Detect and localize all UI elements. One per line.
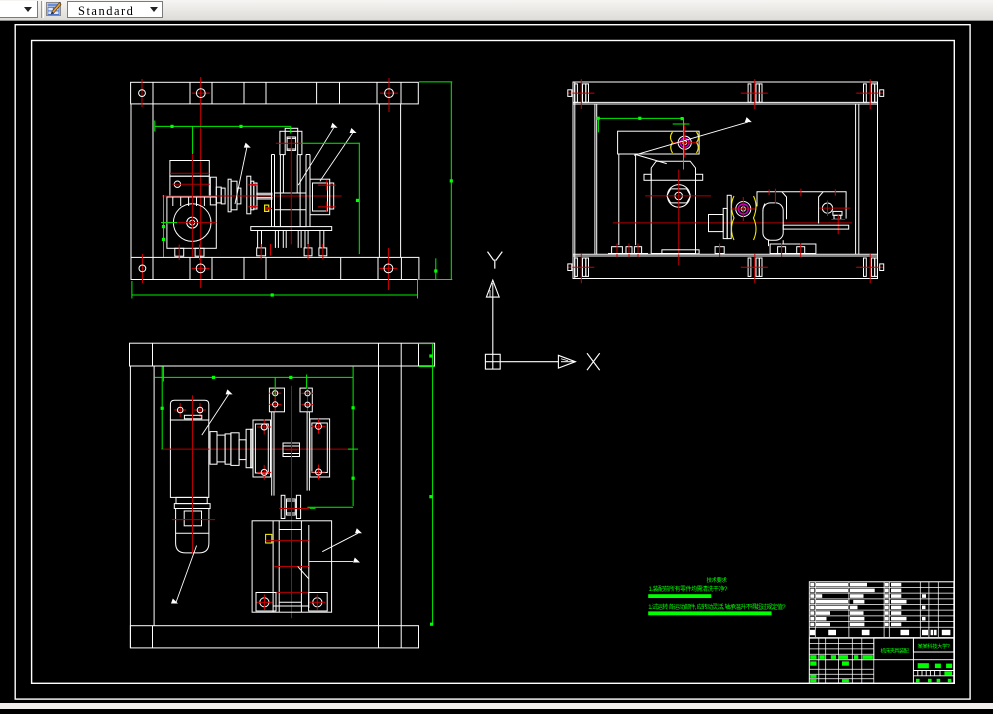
svg-text:1.试运转 各运动部件, 应转动灵活, 轴承温升不得超过规定: 1.试运转 各运动部件, 应转动灵活, 轴承温升不得超过规定值?: [648, 603, 786, 611]
svg-text:某某科技大学?: 某某科技大学?: [918, 642, 950, 650]
svg-text:1.装配前所有零件均需清洗干净?: 1.装配前所有零件均需清洗干净?: [649, 585, 729, 593]
svg-text:技术要求: 技术要求: [707, 576, 728, 584]
svg-text:机床夹具装配: 机床夹具装配: [881, 646, 910, 654]
